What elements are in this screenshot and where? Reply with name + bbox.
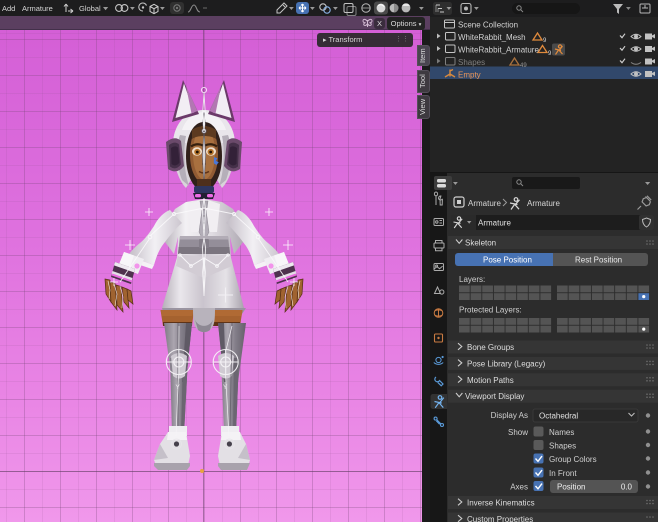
svg-text:Add: Add <box>2 4 15 13</box>
svg-text:Global: Global <box>79 4 101 13</box>
svg-text:Empty: Empty <box>458 71 481 80</box>
svg-text:Custom Properties: Custom Properties <box>467 515 533 522</box>
svg-text:Inverse Kinematics: Inverse Kinematics <box>467 499 535 508</box>
svg-text:9: 9 <box>543 38 547 44</box>
svg-text:9: 9 <box>548 51 552 57</box>
svg-text:Shapes: Shapes <box>458 58 485 67</box>
svg-text:Armature: Armature <box>22 4 53 13</box>
svg-text:49: 49 <box>520 63 527 69</box>
svg-text:WhiteRabbit_Mesh: WhiteRabbit_Mesh <box>458 33 526 42</box>
svg-text:WhiteRabbit_Armature: WhiteRabbit_Armature <box>458 46 539 55</box>
svg-text:Y: Y <box>176 384 181 391</box>
svg-text:Scene Collection: Scene Collection <box>458 21 518 30</box>
svg-text:Y: Y <box>223 384 228 391</box>
